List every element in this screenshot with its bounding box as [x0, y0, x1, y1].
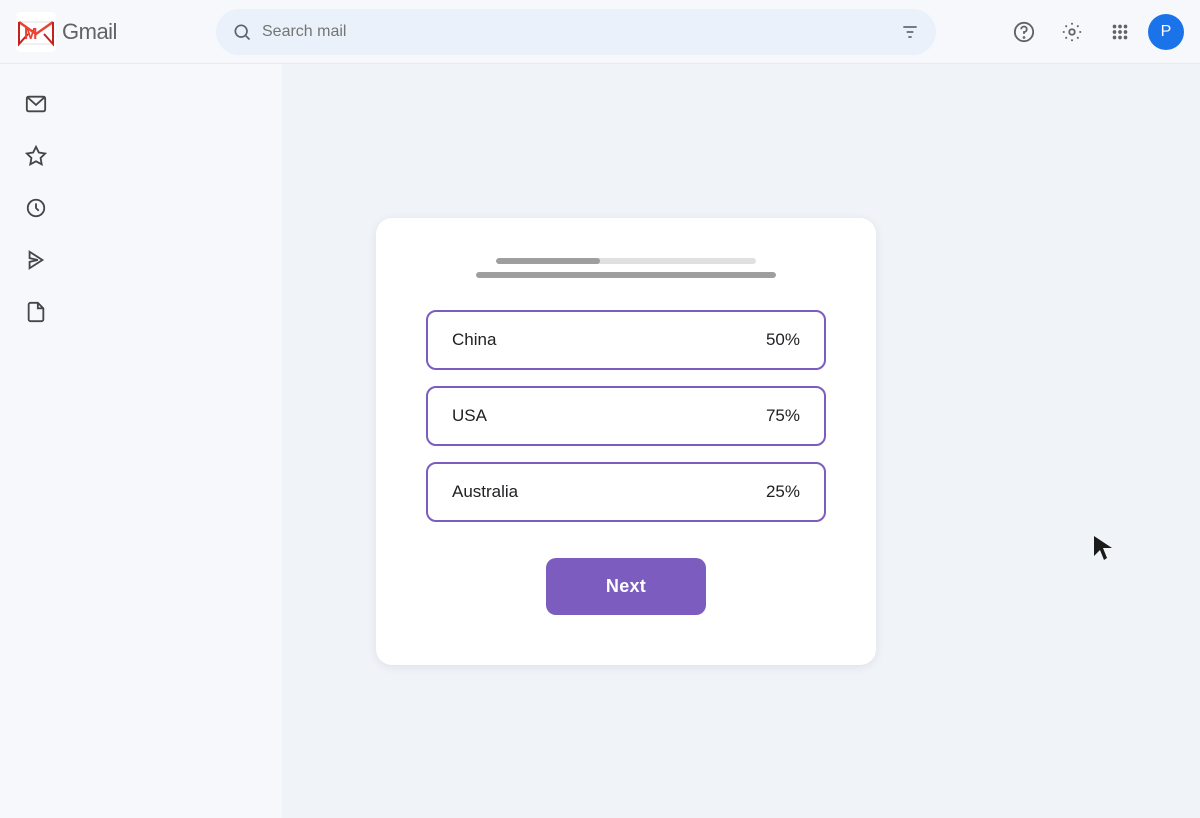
- option-usa-value: 75%: [766, 406, 800, 426]
- progress-bar-1-fill: [496, 258, 600, 264]
- gmail-logo-icon: M: [16, 12, 56, 52]
- sidebar-icon-starred[interactable]: [12, 132, 60, 180]
- progress-bar-1: [496, 258, 756, 264]
- option-china[interactable]: China 50%: [426, 310, 826, 370]
- left-panel: [72, 64, 282, 818]
- avatar[interactable]: P: [1148, 14, 1184, 50]
- left-sidebar-icons: [0, 64, 72, 818]
- option-australia-value: 25%: [766, 482, 800, 502]
- progress-bar-2-fill: [476, 272, 776, 278]
- logo-area: M Gmail: [16, 12, 216, 52]
- option-australia[interactable]: Australia 25%: [426, 462, 826, 522]
- search-icon: [232, 22, 252, 42]
- progress-area: [426, 258, 826, 278]
- right-panel: [970, 64, 1200, 818]
- option-china-label: China: [452, 330, 496, 350]
- main-content: China 50% USA 75% Australia 25% Next: [282, 64, 970, 818]
- sidebar-icon-drafts[interactable]: [12, 288, 60, 336]
- main-layout: China 50% USA 75% Australia 25% Next: [0, 64, 1200, 818]
- gmail-label: Gmail: [62, 19, 117, 45]
- svg-text:M: M: [24, 26, 37, 43]
- sidebar-icon-snoozed[interactable]: [12, 184, 60, 232]
- search-input[interactable]: [262, 23, 890, 41]
- filter-icon[interactable]: [900, 22, 920, 42]
- help-button[interactable]: [1004, 12, 1044, 52]
- quiz-card: China 50% USA 75% Australia 25% Next: [376, 218, 876, 665]
- topbar: M Gmail: [0, 0, 1200, 64]
- option-china-value: 50%: [766, 330, 800, 350]
- option-usa-label: USA: [452, 406, 487, 426]
- next-button[interactable]: Next: [546, 558, 706, 615]
- progress-bar-2: [476, 272, 776, 278]
- topbar-right: P: [1004, 12, 1184, 52]
- settings-button[interactable]: [1052, 12, 1092, 52]
- option-usa[interactable]: USA 75%: [426, 386, 826, 446]
- option-australia-label: Australia: [452, 482, 518, 502]
- search-bar[interactable]: [216, 9, 936, 55]
- sidebar-icon-sent[interactable]: [12, 236, 60, 284]
- options-list: China 50% USA 75% Australia 25%: [426, 310, 826, 522]
- apps-button[interactable]: [1100, 12, 1140, 52]
- sidebar-icon-inbox[interactable]: [12, 80, 60, 128]
